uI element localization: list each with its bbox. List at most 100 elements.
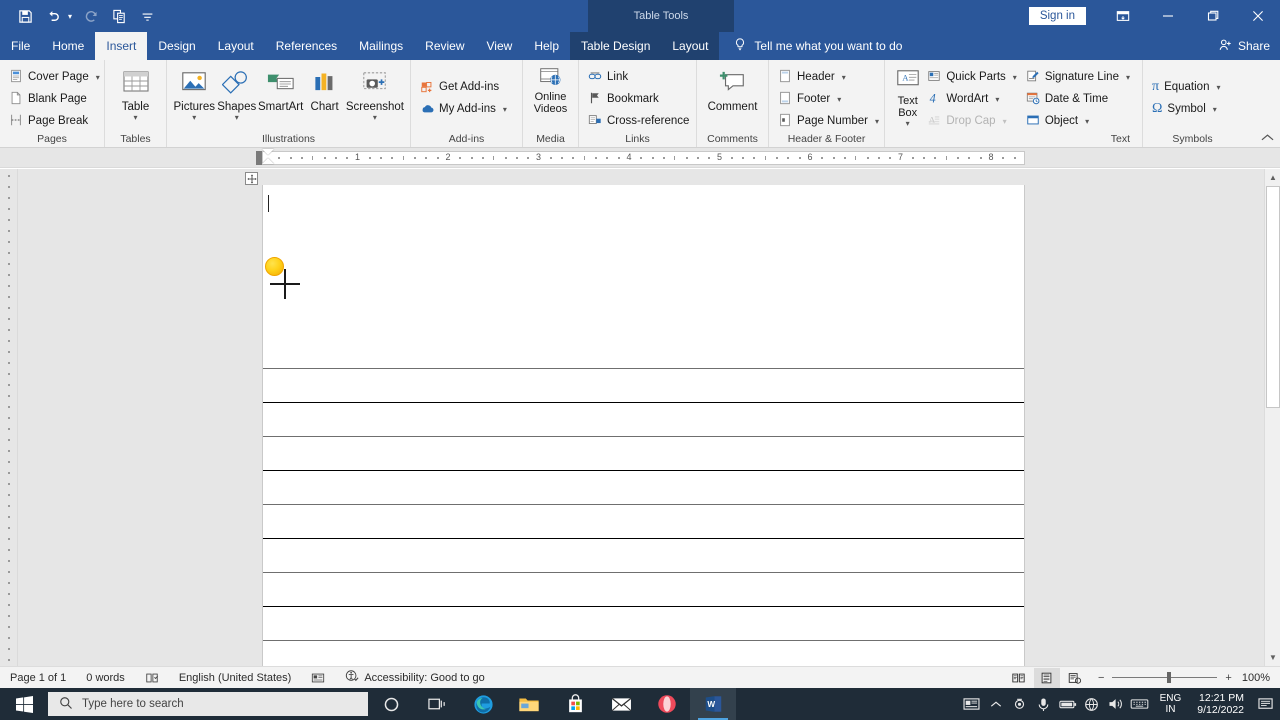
object-button[interactable]: Object ▾ <box>1023 110 1136 132</box>
customize-qat-icon[interactable] <box>134 4 160 28</box>
wordart-button[interactable]: 4 WordArt ▾ <box>924 88 1022 110</box>
taskbar-search-box[interactable]: Type here to search <box>48 692 368 716</box>
web-layout-view-button[interactable] <box>1062 668 1088 688</box>
table-row[interactable] <box>263 641 1024 666</box>
table-row[interactable] <box>263 539 1024 573</box>
first-line-indent-marker[interactable] <box>262 149 274 155</box>
chevron-down-icon[interactable]: ▾ <box>1213 105 1217 114</box>
keyboard-icon[interactable] <box>1128 688 1152 720</box>
print-layout-view-button[interactable] <box>1033 667 1060 688</box>
chevron-down-icon[interactable]: ▾ <box>235 114 239 122</box>
notification-center-icon[interactable] <box>1252 688 1280 720</box>
tab-design[interactable]: Design <box>147 32 206 60</box>
chevron-down-icon[interactable]: ▾ <box>906 120 910 128</box>
language-indicator-taskbar[interactable]: ENG IN <box>1152 693 1190 715</box>
blank-page-button[interactable]: Blank Page <box>6 88 106 110</box>
show-hidden-icons-chevron[interactable] <box>984 688 1008 720</box>
footer-button[interactable]: Footer ▾ <box>775 88 885 110</box>
chevron-down-icon[interactable]: ▾ <box>133 114 137 122</box>
shapes-button[interactable]: Shapes ▾ <box>215 63 257 122</box>
table-row[interactable] <box>263 437 1024 471</box>
scroll-up-arrow-icon[interactable]: ▲ <box>1265 169 1280 186</box>
close-button[interactable] <box>1235 0 1280 32</box>
save-icon[interactable] <box>12 4 38 28</box>
task-view-icon[interactable] <box>414 688 460 720</box>
ribbon-display-options-icon[interactable] <box>1100 0 1145 32</box>
chevron-down-icon[interactable]: ▾ <box>875 117 879 126</box>
camera-icon[interactable] <box>1008 688 1032 720</box>
chevron-down-icon[interactable]: ▾ <box>1013 73 1017 82</box>
smartart-button[interactable]: SmartArt <box>258 63 303 113</box>
zoom-in-button[interactable]: + <box>1225 672 1231 684</box>
table-row[interactable] <box>263 369 1024 403</box>
symbol-button[interactable]: Ω Symbol ▾ <box>1149 98 1227 120</box>
table-row[interactable] <box>263 403 1024 437</box>
tell-me-search[interactable]: Tell me what you want to do <box>719 32 902 60</box>
tab-table-design[interactable]: Table Design <box>570 32 662 60</box>
page-number-button[interactable]: Page Number ▾ <box>775 110 885 132</box>
page-indicator[interactable]: Page 1 of 1 <box>0 672 76 684</box>
cortana-icon[interactable] <box>368 688 414 720</box>
tab-file[interactable]: File <box>0 32 41 60</box>
vertical-scrollbar[interactable]: ▲ ▼ <box>1264 169 1280 666</box>
table-row[interactable] <box>263 471 1024 505</box>
comment-button[interactable]: Comment <box>703 63 762 113</box>
word-taskbar-icon[interactable]: W <box>690 688 736 720</box>
get-addins-button[interactable]: Get Add-ins <box>417 76 513 98</box>
battery-icon[interactable] <box>1056 688 1080 720</box>
undo-dropdown-icon[interactable]: ▾ <box>64 12 76 21</box>
microphone-icon[interactable] <box>1032 688 1056 720</box>
tab-table-layout[interactable]: Layout <box>661 32 720 60</box>
edge-browser-icon[interactable] <box>460 688 506 720</box>
horizontal-ruler[interactable]: 1 2 3 4 5 6 7 8 <box>262 151 1025 165</box>
undo-icon[interactable] <box>40 4 66 28</box>
zoom-level-label[interactable]: 100% <box>1242 672 1270 684</box>
pictures-button[interactable]: Pictures ▾ <box>173 63 215 122</box>
link-button[interactable]: Link <box>585 66 695 88</box>
table-move-handle-icon[interactable] <box>245 172 258 185</box>
screenshot-button[interactable]: Screenshot ▾ <box>346 63 404 122</box>
zoom-slider[interactable] <box>1112 672 1218 683</box>
text-box-button[interactable]: A Text Box ▾ <box>891 63 924 128</box>
tab-insert[interactable]: Insert <box>95 32 148 60</box>
chevron-down-icon[interactable]: ▾ <box>96 73 100 82</box>
tab-mailings[interactable]: Mailings <box>348 32 414 60</box>
news-and-interests-icon[interactable] <box>960 688 984 720</box>
chevron-down-icon[interactable]: ▾ <box>373 114 377 122</box>
chevron-down-icon[interactable]: ▾ <box>1085 117 1089 126</box>
equation-button[interactable]: π Equation ▾ <box>1149 76 1227 98</box>
header-button[interactable]: Header ▾ <box>775 66 885 88</box>
mail-icon[interactable] <box>598 688 644 720</box>
tab-references[interactable]: References <box>265 32 348 60</box>
table-row[interactable] <box>263 607 1024 641</box>
quick-parts-button[interactable]: Quick Parts ▾ <box>924 66 1022 88</box>
cross-reference-button[interactable]: Cross-reference <box>585 110 695 132</box>
page-break-button[interactable]: Page Break <box>6 110 106 132</box>
document-table[interactable] <box>263 335 1024 666</box>
chevron-down-icon[interactable]: ▾ <box>503 105 507 114</box>
zoom-control[interactable]: − + <box>1090 672 1240 684</box>
tab-review[interactable]: Review <box>414 32 475 60</box>
chevron-down-icon[interactable]: ▾ <box>192 114 196 122</box>
chevron-down-icon[interactable]: ▾ <box>837 95 841 104</box>
table-button[interactable]: Table ▾ <box>111 63 160 122</box>
volume-icon[interactable] <box>1104 688 1128 720</box>
chevron-down-icon[interactable]: ▾ <box>1216 83 1220 92</box>
microsoft-store-icon[interactable] <box>552 688 598 720</box>
macro-record-icon[interactable] <box>301 671 335 685</box>
tab-home[interactable]: Home <box>41 32 95 60</box>
cover-page-button[interactable]: Cover Page ▾ <box>6 66 106 88</box>
sign-in-button[interactable]: Sign in <box>1028 7 1086 25</box>
read-mode-view-button[interactable] <box>1006 668 1032 688</box>
zoom-slider-thumb[interactable] <box>1167 672 1172 683</box>
my-addins-button[interactable]: My Add-ins ▾ <box>417 98 513 120</box>
opera-browser-icon[interactable] <box>644 688 690 720</box>
date-time-button[interactable]: Date & Time <box>1023 88 1136 110</box>
collapse-ribbon-icon[interactable] <box>1261 133 1274 145</box>
scrollbar-thumb[interactable] <box>1266 186 1280 408</box>
chevron-down-icon[interactable]: ▾ <box>842 73 846 82</box>
tab-view[interactable]: View <box>476 32 524 60</box>
table-row[interactable] <box>263 505 1024 539</box>
restore-button[interactable] <box>1190 0 1235 32</box>
accessibility-status[interactable]: Accessibility: Good to go <box>335 669 494 686</box>
